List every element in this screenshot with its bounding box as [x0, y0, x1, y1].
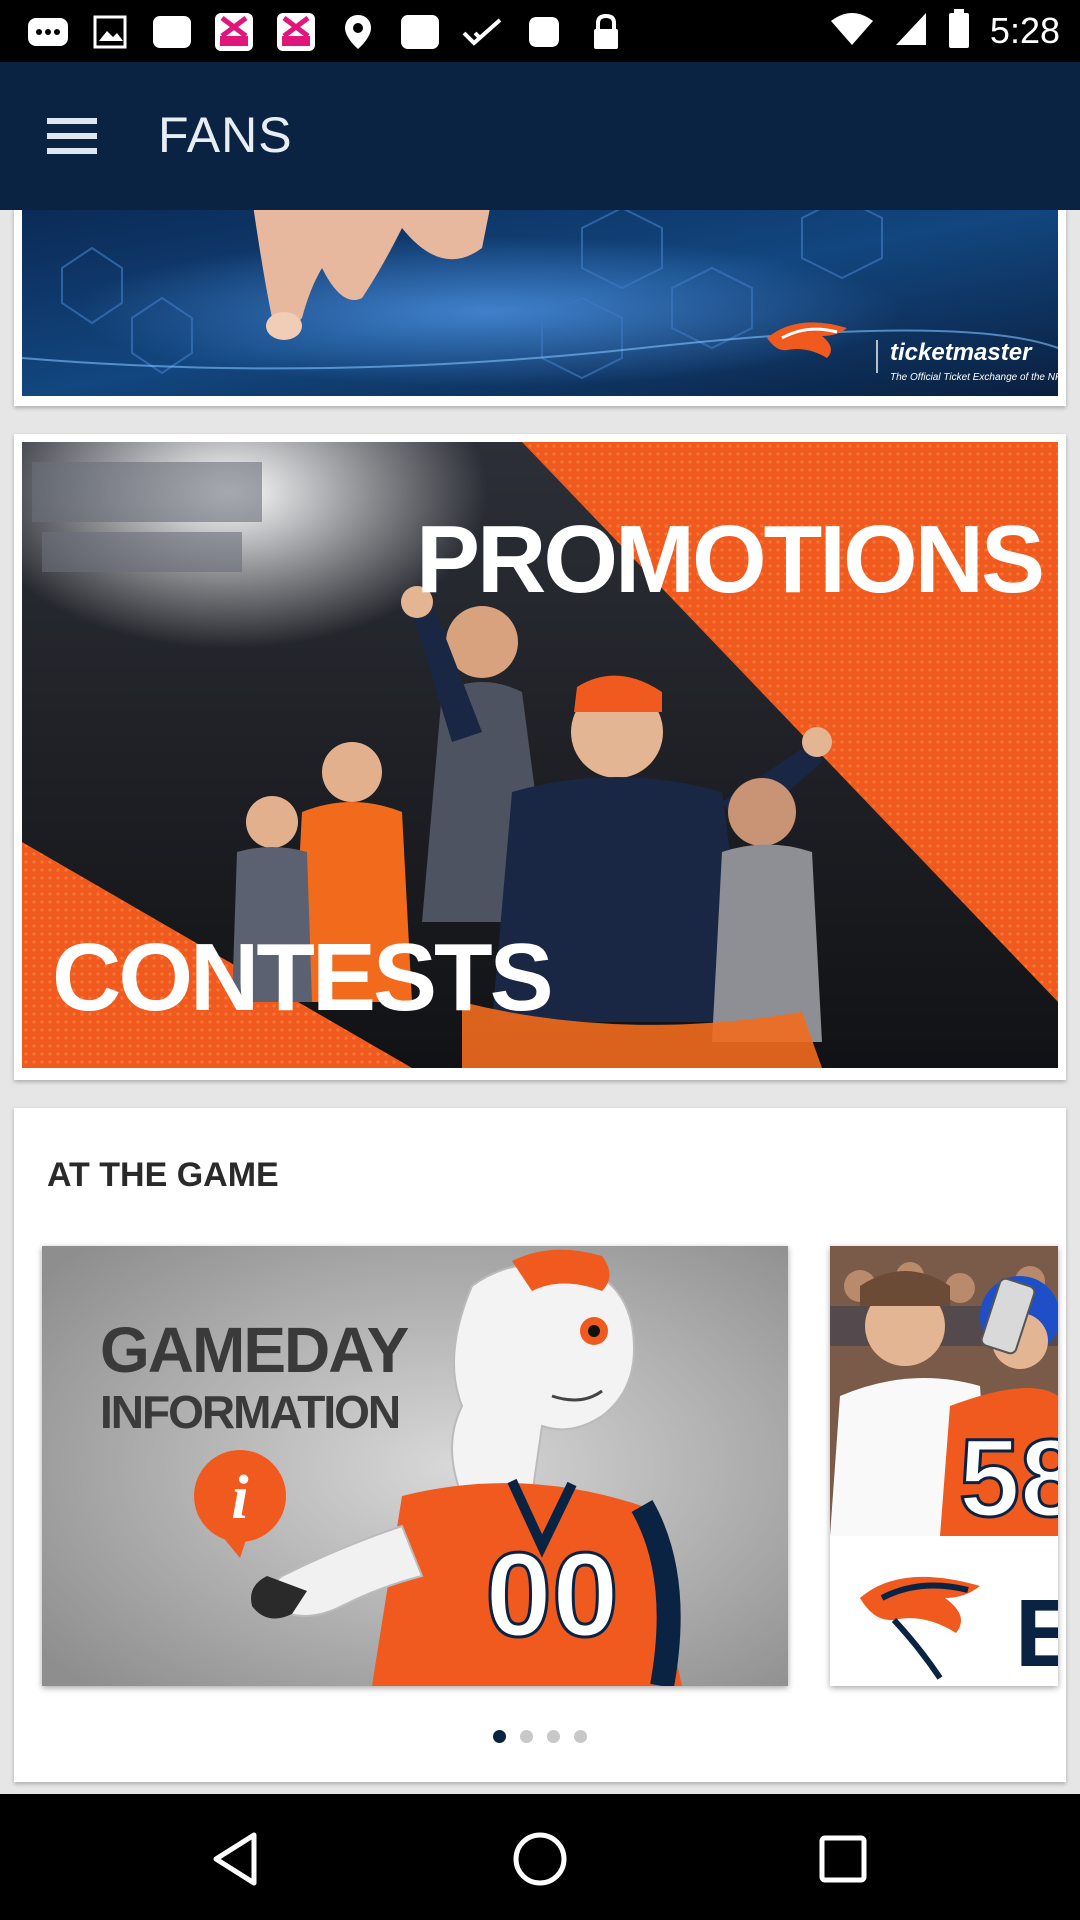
ticketmaster-banner-image[interactable]: ticketmaster The Official Ticket Exchang…: [22, 210, 1058, 396]
carousel-pager: [14, 1730, 1066, 1743]
fans-photo-tile[interactable]: 58 E: [830, 1246, 1058, 1686]
gameday-information-tile[interactable]: GAMEDAY INFORMATION i 00: [42, 1246, 788, 1686]
section-title: AT THE GAME: [47, 1156, 279, 1194]
promotions-banner-card[interactable]: PROMOTIONS CONTESTS: [14, 434, 1066, 1080]
pop-app-icon: [212, 12, 256, 52]
wifi-icon: [830, 12, 874, 51]
ticketmaster-brand: ticketmaster: [890, 339, 1033, 366]
clock: 5:28: [989, 10, 1060, 51]
promotions-headline: PROMOTIONS: [416, 506, 1042, 613]
back-triangle-icon[interactable]: [200, 1824, 270, 1894]
promotions-banner-image[interactable]: PROMOTIONS CONTESTS: [22, 442, 1058, 1068]
lock-icon: [584, 12, 628, 52]
pager-dot-4[interactable]: [574, 1730, 587, 1743]
messages-icon: [26, 12, 70, 52]
at-the-game-card: AT THE GAME GAMEDAY INFORMATION i 00 58 …: [14, 1108, 1066, 1782]
system-indicators: 5:28: [830, 8, 1060, 54]
app-bar: FANS: [0, 62, 1080, 210]
location-pin-icon: [336, 12, 380, 52]
signal-icon: [894, 11, 928, 52]
pager-dot-2[interactable]: [520, 1730, 533, 1743]
contests-headline: CONTESTS: [52, 924, 551, 1031]
image-icon: [88, 12, 132, 52]
square-icon: [398, 12, 442, 52]
partial-text: E: [1015, 1580, 1058, 1686]
pager-dot-3[interactable]: [547, 1730, 560, 1743]
pop-app-icon: [274, 12, 318, 52]
mascot-jersey-number: 00: [485, 1528, 618, 1662]
checkmark-icon: [460, 12, 504, 52]
page-title: FANS: [158, 107, 293, 163]
pager-dot-1[interactable]: [493, 1730, 506, 1743]
gameday-line1: GAMEDAY: [100, 1314, 409, 1386]
navigation-bar: [0, 1794, 1080, 1920]
status-bar: 5:28: [0, 0, 1080, 62]
image-icon: [150, 12, 194, 52]
recents-square-icon[interactable]: [808, 1824, 878, 1894]
notification-icons: [26, 10, 628, 54]
cloud-icon: [522, 12, 566, 52]
home-circle-icon[interactable]: [505, 1824, 575, 1894]
ticketmaster-banner-card[interactable]: ticketmaster The Official Ticket Exchang…: [14, 210, 1066, 406]
svg-text:i: i: [231, 1464, 248, 1532]
content-scroll[interactable]: ticketmaster The Official Ticket Exchang…: [0, 210, 1080, 1794]
ticketmaster-tagline: The Official Ticket Exchange of the NFL: [890, 372, 1058, 383]
fan-jersey-number: 58: [959, 1417, 1058, 1540]
hamburger-menu-icon[interactable]: [40, 106, 106, 166]
gameday-line2: INFORMATION: [100, 1386, 399, 1438]
battery-icon: [948, 8, 970, 54]
